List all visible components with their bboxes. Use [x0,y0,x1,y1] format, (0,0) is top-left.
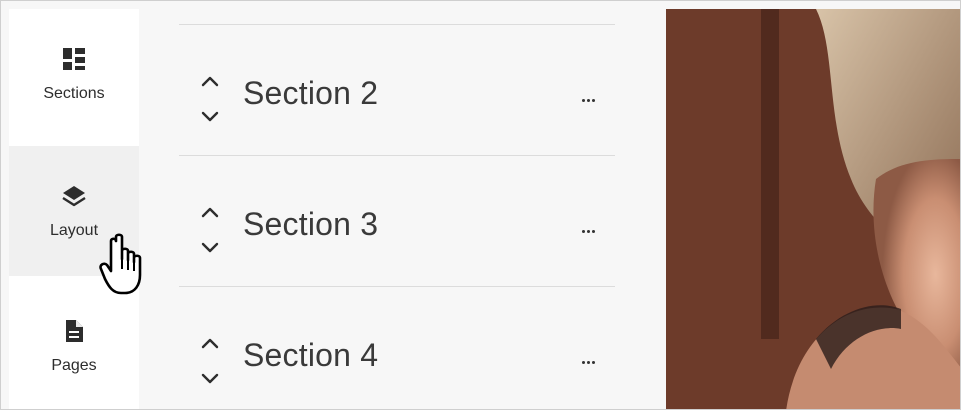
rail-item-pages[interactable]: Pages [9,281,139,409]
rail-item-label: Sections [43,85,105,102]
section-row[interactable]: Section 3 [179,156,615,287]
rail-item-label: Layout [49,222,99,239]
more-options-icon[interactable] [577,93,599,107]
section-label: Section 3 [243,206,379,242]
sections-grid-icon [62,47,86,71]
reorder-arrows-icon[interactable] [199,335,221,387]
sections-panel: Section 2 Section 3 Section 4 [139,9,666,409]
section-row[interactable]: Section 2 [179,25,615,156]
section-row[interactable]: Section 4 [179,287,615,409]
hand-pointer-cursor-icon [99,233,155,299]
rail-item-label: Pages [51,357,97,374]
more-options-icon[interactable] [577,224,599,238]
more-options-icon[interactable] [577,355,599,369]
section-label: Section 2 [243,75,379,111]
layers-icon [62,184,86,208]
reorder-arrows-icon[interactable] [199,73,221,125]
reorder-arrows-icon[interactable] [199,204,221,256]
site-preview-image [666,9,960,409]
rail-item-sections[interactable]: Sections [9,9,139,139]
page-document-icon [64,319,84,343]
section-label: Section 4 [243,337,379,373]
side-nav-rail: Sections Layout Pages [9,9,139,409]
editor-window: Sections Layout Pages Section 2 Section … [0,0,961,410]
